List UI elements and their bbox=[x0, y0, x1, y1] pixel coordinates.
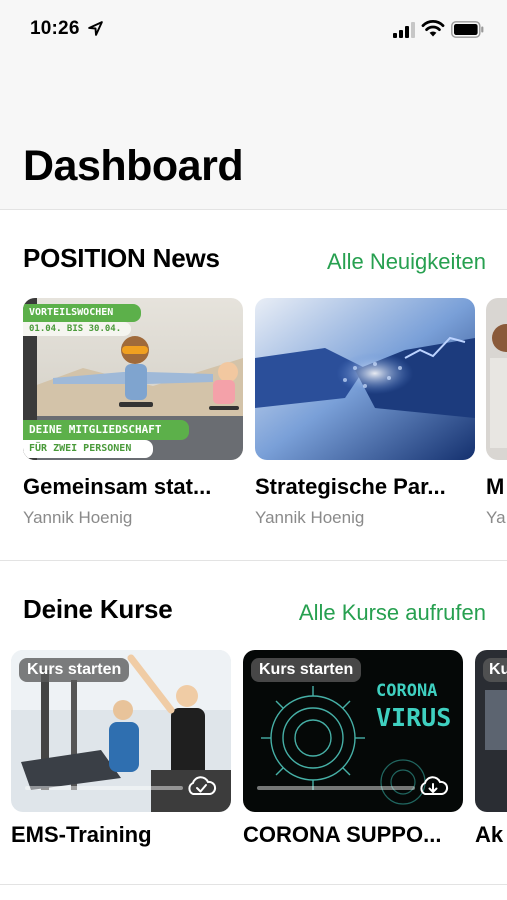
battery-icon bbox=[451, 21, 484, 38]
news-card-title[interactable]: Gemeinsam stat... bbox=[23, 474, 211, 500]
status-bar: 10:26 bbox=[0, 0, 507, 60]
start-course-badge[interactable]: Kurs starten bbox=[19, 658, 130, 682]
course-title[interactable]: Ak bbox=[475, 822, 503, 848]
section-divider bbox=[0, 560, 507, 561]
wifi-icon bbox=[421, 20, 445, 37]
corona-image-text: CORONA bbox=[376, 681, 437, 701]
course-card[interactable]: CORONA VIRUS Kurs starten bbox=[243, 650, 463, 812]
start-course-badge[interactable]: Kur bbox=[483, 658, 507, 682]
news-card-author: Yannik Hoenig bbox=[255, 508, 365, 527]
news-section-title: POSITION News bbox=[23, 243, 220, 273]
all-news-link[interactable]: Alle Neuigkeiten bbox=[327, 249, 486, 275]
course-card[interactable]: Kur bbox=[475, 650, 507, 812]
news-card-author: Ya bbox=[486, 508, 506, 527]
cloud-download-icon[interactable] bbox=[417, 774, 449, 798]
course-title[interactable]: CORONA SUPPO... bbox=[243, 822, 441, 848]
location-arrow-icon bbox=[88, 21, 103, 36]
all-courses-link[interactable]: Alle Kurse aufrufen bbox=[299, 600, 486, 626]
course-title[interactable]: EMS-Training bbox=[11, 822, 152, 848]
promo-banner-sub: FÜR ZWEI PERSONEN bbox=[23, 440, 153, 458]
news-image-portrait bbox=[486, 298, 507, 460]
news-card-title[interactable]: Strategische Par... bbox=[255, 474, 446, 500]
cloud-download-icon[interactable] bbox=[185, 774, 217, 798]
course-progress-bar bbox=[257, 786, 415, 790]
news-image-handshake bbox=[255, 298, 475, 460]
courses-section-title: Deine Kurse bbox=[23, 594, 173, 624]
news-card-author: Yannik Hoenig bbox=[23, 508, 133, 527]
start-course-badge[interactable]: Kurs starten bbox=[251, 658, 362, 682]
page-title: Dashboard bbox=[23, 142, 244, 190]
status-time: 10:26 bbox=[30, 18, 80, 39]
virus-image-text: VIRUS bbox=[376, 703, 451, 732]
news-card-image[interactable] bbox=[486, 298, 507, 460]
promo-banner-main: DEINE MITGLIEDSCHAFT bbox=[23, 420, 189, 440]
course-progress-bar bbox=[25, 786, 183, 790]
news-card-image[interactable] bbox=[255, 298, 475, 460]
cellular-signal-icon bbox=[393, 22, 415, 38]
news-card-image[interactable]: VORTEILSWOCHEN 01.04. BIS 30.04. DEINE M… bbox=[23, 298, 243, 460]
course-card[interactable]: Kurs starten bbox=[11, 650, 231, 812]
section-divider bbox=[0, 884, 507, 885]
promo-banner-top: VORTEILSWOCHEN bbox=[23, 304, 141, 322]
news-card-title[interactable]: M bbox=[486, 474, 504, 500]
promo-banner-date: 01.04. BIS 30.04. bbox=[23, 322, 131, 336]
